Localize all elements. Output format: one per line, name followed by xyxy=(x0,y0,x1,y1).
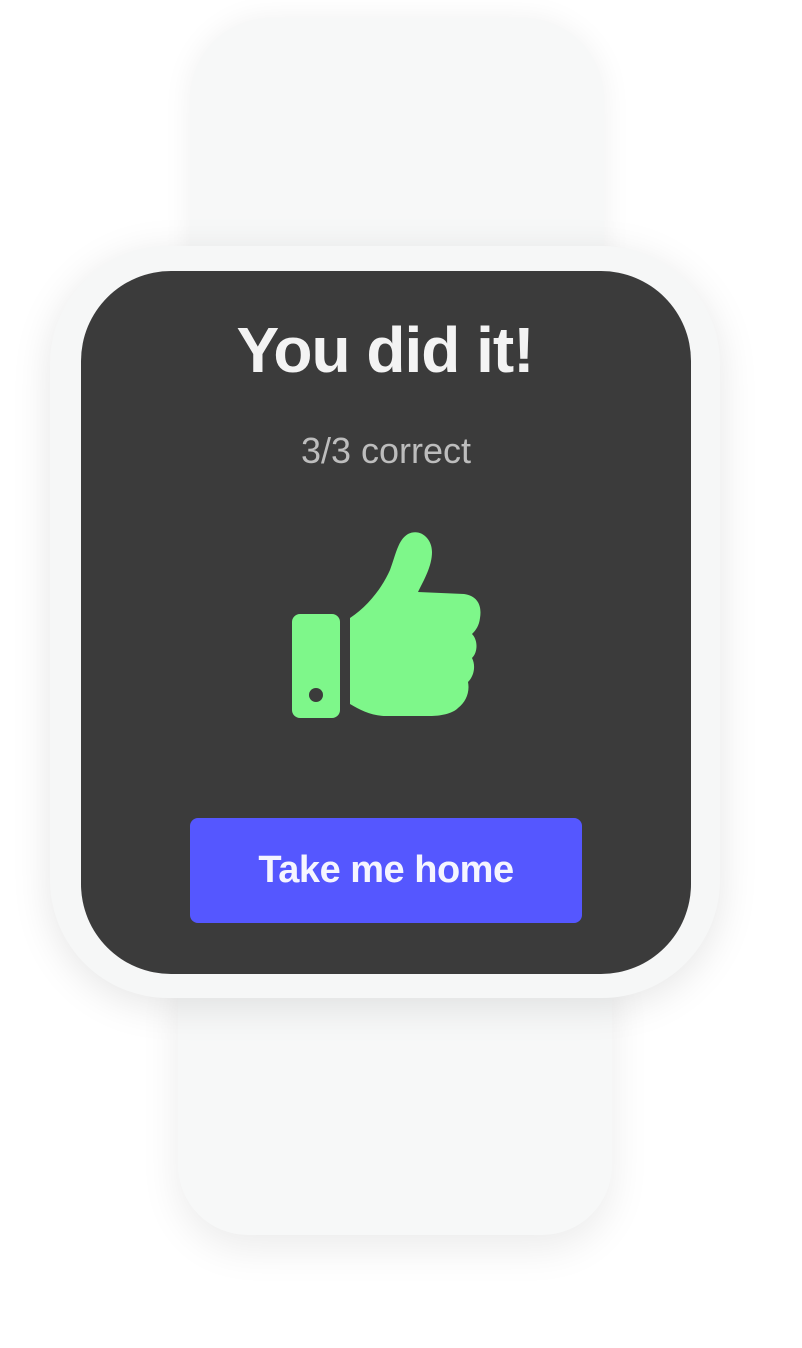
thumbs-up-icon xyxy=(292,532,481,718)
score-text: 3/3 correct xyxy=(300,430,472,471)
thumb-cuff-shape xyxy=(292,614,340,718)
result-title: You did it! xyxy=(236,314,534,386)
watch-band-bottom xyxy=(178,960,612,1235)
take-me-home-button[interactable]: Take me home xyxy=(190,818,582,923)
thumb-cuff-dot xyxy=(309,688,323,702)
thumb-hand-shape xyxy=(350,532,481,716)
watch-mockup: You did it! 3/3 correct Take me home xyxy=(0,0,802,1348)
